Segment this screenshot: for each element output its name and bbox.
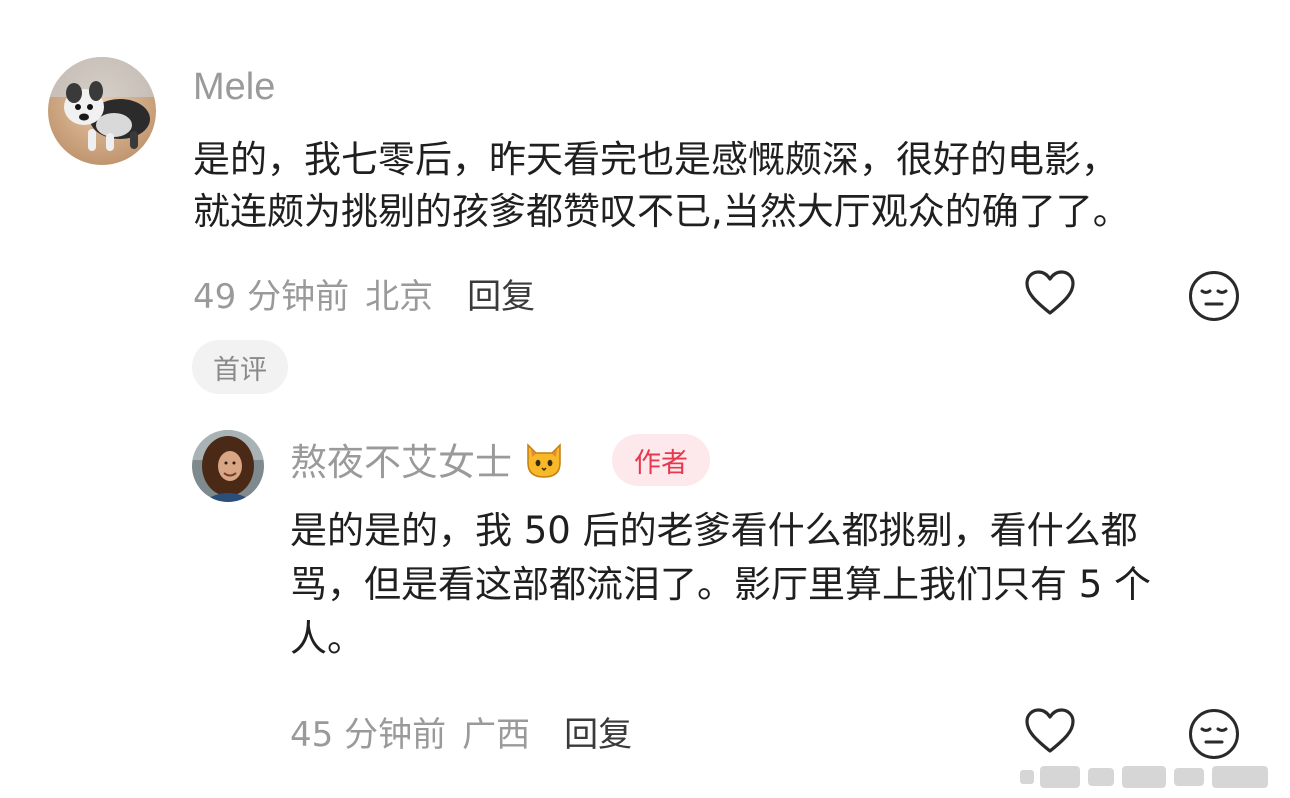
comment-text: 是的，我七零后，昨天看完也是感慨颇深，很好的电影， 就连颇为挑剔的孩爹都赞叹不已… [193,134,1130,238]
cat-emoji-icon [522,437,566,481]
comment-meta: 45 分钟前 广西 回复 [290,707,632,756]
username-text[interactable]: 熬夜不艾女士 [290,432,512,486]
first-comment-badge: 首评 [192,340,288,394]
meh-face-icon[interactable] [1188,270,1240,322]
user-avatar[interactable] [48,57,156,165]
meh-face-icon[interactable] [1188,708,1240,760]
comment-location: 北京 [365,276,434,317]
user-avatar[interactable] [192,430,264,502]
comment-text: 是的是的，我 50 后的老爹看什么都挑剔，看什么都 骂，但是看这部都流泪了。影厅… [290,504,1151,666]
heart-outline-icon[interactable] [1025,708,1075,754]
comment-line: 是的是的，我 50 后的老爹看什么都挑剔，看什么都 [290,509,1138,552]
comment-time: 49 分钟前 [193,276,350,317]
reply-button[interactable]: 回复 [467,269,535,318]
watermark-graphic [1010,762,1280,792]
comment-line: 骂，但是看这部都流泪了。影厅里算上我们只有 5 个 [290,563,1152,606]
username[interactable]: 熬夜不艾女士 [290,432,566,486]
comment-time: 45 分钟前 [290,714,447,755]
comment-location: 广西 [462,714,531,755]
comment-meta: 49 分钟前 北京 回复 [193,269,535,318]
comment-line: 是的，我七零后，昨天看完也是感慨颇深，很好的电影， [193,138,1118,181]
reply-button[interactable]: 回复 [564,707,632,756]
author-badge: 作者 [612,434,710,486]
comment-line: 就连颇为挑剔的孩爹都赞叹不已,当然大厅观众的确了了。 [193,190,1130,233]
comment-line: 人。 [290,617,364,660]
username[interactable]: Mele [193,66,275,109]
heart-outline-icon[interactable] [1025,270,1075,316]
